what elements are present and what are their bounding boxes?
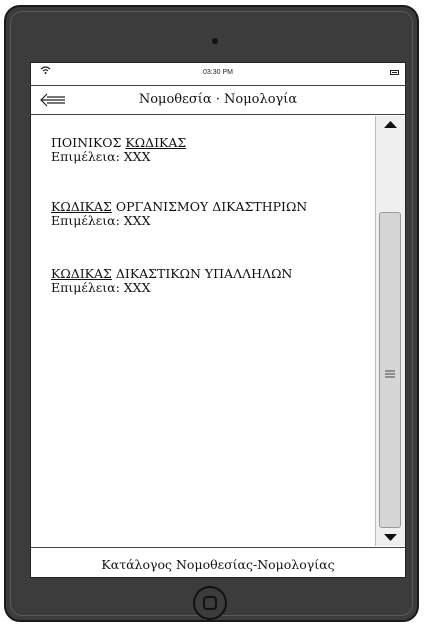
list-item-court-organization-code[interactable]: ΚΩΔΙΚΑΣ ΟΡΓΑΝΙΣΜΟΥ ΔΙΚΑΣΤΗΡΙΩΝ Επιμέλεια… xyxy=(51,200,371,228)
law-title: ΚΩΔΙΚΑΣ ΔΙΚΑΣΤΙΚΩΝ ΥΠΑΛΛΗΛΩΝ xyxy=(51,267,371,281)
law-title-underlined: ΚΩΔΙΚΑΣ xyxy=(51,199,112,214)
law-list: ΠΟΙΝΙΚΟΣ ΚΩΔΙΚΑΣ Επιμέλεια: ΧΧΧ ΚΩΔΙΚΑΣ … xyxy=(31,116,375,546)
home-button-icon[interactable] xyxy=(193,586,227,620)
status-time: 03:30 PM xyxy=(203,69,233,76)
scrollbar[interactable] xyxy=(375,116,405,546)
app-header: Νομοθεσία · Νομολογία xyxy=(31,85,405,115)
law-title-underlined: ΚΩΔΙΚΑΣ xyxy=(125,135,187,150)
law-editor: Επιμέλεια: ΧΧΧ xyxy=(51,149,151,164)
law-editor: Επιμέλεια: ΧΧΧ xyxy=(51,213,151,228)
screen: 03:30 PM Νομοθεσία · Νομολογία ΠΟΙΝΙΚΟΣ … xyxy=(30,62,406,578)
law-title-underlined: ΚΩΔΙΚΑΣ xyxy=(51,266,112,281)
law-title-rest: ΟΡΓΑΝΙΣΜΟΥ ΔΙΚΑΣΤΗΡΙΩΝ xyxy=(111,199,308,214)
law-title-rest: ΔΙΚΑΣΤΙΚΩΝ ΥΠΑΛΛΗΛΩΝ xyxy=(111,266,293,281)
scroll-up-arrow-icon[interactable] xyxy=(376,116,405,132)
home-button-square xyxy=(203,596,217,610)
camera-icon xyxy=(212,38,218,44)
battery-icon xyxy=(390,70,399,75)
scroll-down-arrow-icon[interactable] xyxy=(376,530,405,546)
list-item-penal-code[interactable]: ΠΟΙΝΙΚΟΣ ΚΩΔΙΚΑΣ Επιμέλεια: ΧΧΧ xyxy=(51,136,371,164)
grip-icon xyxy=(385,363,395,378)
scroll-thumb[interactable] xyxy=(379,212,401,528)
law-title-plain: ΠΟΙΝΙΚΟΣ xyxy=(51,135,126,150)
status-bar: 03:30 PM xyxy=(31,63,405,83)
footer-catalog-button[interactable]: Κατάλογος Νομοθεσίας-Νομολογίας xyxy=(31,547,405,577)
page-title: Νομοθεσία · Νομολογία xyxy=(138,92,298,107)
law-title: ΠΟΙΝΙΚΟΣ ΚΩΔΙΚΑΣ xyxy=(51,136,371,150)
list-item-judicial-employees-code[interactable]: ΚΩΔΙΚΑΣ ΔΙΚΑΣΤΙΚΩΝ ΥΠΑΛΛΗΛΩΝ Επιμέλεια: … xyxy=(51,267,371,295)
law-editor: Επιμέλεια: ΧΧΧ xyxy=(51,280,151,295)
law-title: ΚΩΔΙΚΑΣ ΟΡΓΑΝΙΣΜΟΥ ΔΙΚΑΣΤΗΡΙΩΝ xyxy=(51,200,371,214)
